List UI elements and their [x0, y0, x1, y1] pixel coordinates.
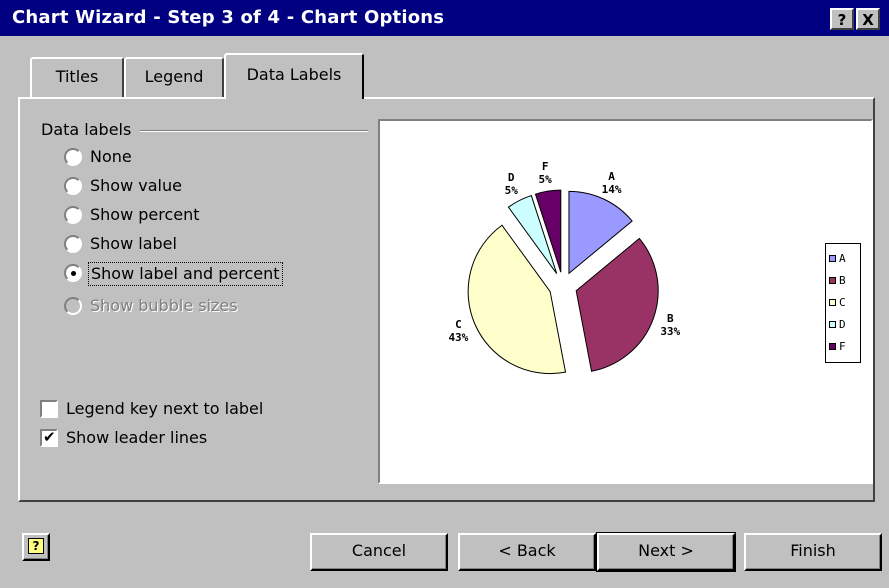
- pie-label-c: C 43%: [448, 318, 469, 345]
- legend-key-box[interactable]: [40, 400, 58, 418]
- pie-label-b: B 33%: [660, 311, 681, 338]
- radio-show-bubble-sizes-dot: [64, 297, 82, 315]
- legend-text: A: [839, 252, 846, 265]
- radio-show-value-label: Show value: [90, 176, 182, 195]
- radio-show-label-and-percent-label: Show label and percent: [88, 262, 283, 286]
- finish-button[interactable]: Finish: [744, 533, 882, 571]
- legend-swatch: [829, 343, 836, 350]
- tab-legend-label: Legend: [144, 67, 204, 86]
- radio-show-percent-label: Show percent: [90, 205, 200, 224]
- back-button[interactable]: < Back: [458, 533, 596, 571]
- legend-text: C: [839, 296, 846, 309]
- leader-lines-label: Show leader lines: [66, 428, 208, 447]
- radio-show-percent-dot[interactable]: [64, 206, 82, 224]
- tab-titles-label: Titles: [55, 67, 99, 86]
- tab-data-labels[interactable]: Data Labels: [224, 53, 364, 99]
- legend-key-label: Legend key next to label: [66, 399, 264, 418]
- next-button[interactable]: Next >: [596, 532, 736, 572]
- window-title: Chart Wizard - Step 3 of 4 - Chart Optio…: [12, 7, 445, 28]
- radio-show-value-dot[interactable]: [64, 177, 82, 195]
- office-assistant-button[interactable]: ?: [22, 533, 50, 561]
- radio-none-label: None: [90, 147, 132, 166]
- checkmark-icon: ✔: [43, 428, 56, 446]
- tab-legend[interactable]: Legend: [124, 57, 224, 99]
- legend-text: D: [839, 318, 846, 331]
- radio-none-dot[interactable]: [64, 148, 82, 166]
- title-bar: Chart Wizard - Step 3 of 4 - Chart Optio…: [0, 0, 889, 36]
- cancel-button[interactable]: Cancel: [310, 533, 448, 571]
- help-title-button[interactable]: ?: [830, 8, 854, 30]
- pie-slice-c: [467, 224, 567, 375]
- radio-show-label-and-percent-dot[interactable]: [64, 264, 82, 282]
- legend-swatch: [829, 255, 836, 262]
- chart-legend: ABCDF: [825, 243, 861, 363]
- legend-text: F: [839, 340, 846, 353]
- data-labels-group-label: Data labels: [41, 120, 138, 139]
- pie-slice-b: [575, 237, 659, 372]
- legend-text: B: [839, 274, 846, 287]
- tab-data-labels-label: Data Labels: [246, 65, 342, 84]
- pie-label-d: D 5%: [504, 171, 518, 198]
- group-divider: [140, 130, 368, 132]
- radio-show-bubble-sizes-label: Show bubble sizes: [90, 296, 238, 315]
- chart-preview: A 14% B 33% C 43% D 5% F 5% ABCDF: [378, 119, 873, 484]
- pie-label-a: A 14%: [601, 169, 622, 196]
- radio-show-label-dot[interactable]: [64, 235, 82, 253]
- radio-show-label-label: Show label: [90, 234, 177, 253]
- legend-swatch: [829, 321, 836, 328]
- tab-titles[interactable]: Titles: [30, 57, 124, 99]
- leader-lines-box[interactable]: ✔: [40, 428, 58, 447]
- legend-swatch: [829, 277, 836, 284]
- help-icon: ?: [28, 538, 44, 554]
- pie-label-f: F 5%: [538, 160, 552, 187]
- close-button[interactable]: X: [856, 8, 880, 30]
- legend-swatch: [829, 299, 836, 306]
- tab-panel: Data labels None Show value Show percent…: [18, 97, 875, 502]
